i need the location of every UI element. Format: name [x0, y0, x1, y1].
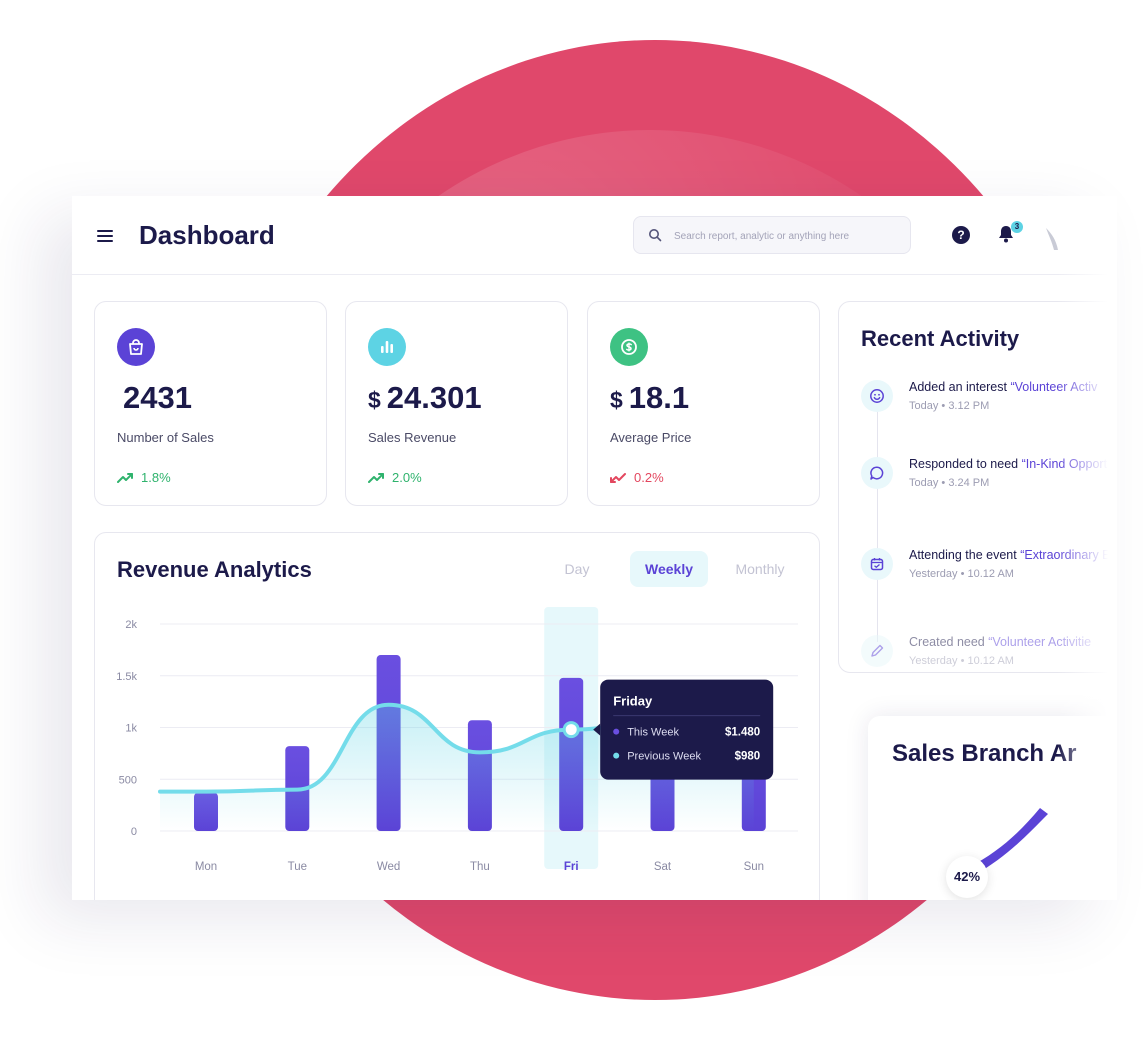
y-tick-label: 1.5k — [116, 671, 137, 683]
search-icon — [649, 229, 662, 242]
sales-branch-gauge — [968, 808, 1048, 876]
trend-down-icon — [610, 473, 626, 483]
activity-text: Responded to need — [909, 457, 1022, 471]
activity-time: Yesterday • 10.12 AM — [909, 568, 1014, 580]
activity-time: Today • 3.12 PM — [909, 400, 990, 412]
hamburger-menu-icon[interactable] — [97, 230, 113, 242]
revenue-title: Revenue Analytics — [117, 557, 312, 582]
tab-day[interactable]: Day — [547, 551, 607, 587]
trend-indicator: 1.8% — [117, 470, 171, 485]
stat-value: $24.301 — [368, 380, 482, 415]
stat-card-average-price[interactable]: $18.1 Average Price 0.2% — [587, 301, 820, 506]
pencil-icon — [861, 635, 893, 667]
tooltip-series-name: Previous Week — [627, 751, 701, 763]
x-tick-label: Mon — [195, 861, 217, 873]
tooltip-legend-dot — [613, 752, 620, 759]
smile-icon — [861, 380, 893, 412]
x-tick-label: Thu — [470, 861, 490, 873]
activity-link[interactable]: “Extraordinary Event” — [1020, 548, 1117, 562]
shopping-bag-icon — [117, 328, 155, 366]
x-tick-label: Wed — [377, 861, 400, 873]
activity-text: Created need — [909, 635, 989, 649]
notification-badge: 3 — [1011, 221, 1023, 233]
sales-branch-card: Sales Branch Ar 42% — [868, 716, 1117, 900]
timeline-line — [877, 392, 878, 642]
activity-text: Added an interest — [909, 380, 1011, 394]
calendar-icon — [861, 548, 893, 580]
stat-card-sales[interactable]: 2431 Number of Sales 1.8% — [94, 301, 327, 506]
activity-time: Today • 3.24 PM — [909, 477, 990, 489]
bar-chart-icon — [368, 328, 406, 366]
tooltip-series-value: $1.480 — [725, 727, 760, 739]
stat-card-revenue[interactable]: $24.301 Sales Revenue 2.0% — [345, 301, 568, 506]
search-input[interactable] — [672, 226, 908, 246]
dashboard-window: Dashboard ? 3 2431 Number of Sales 1.8% … — [72, 196, 1117, 900]
avatar[interactable] — [1044, 226, 1062, 252]
x-tick-label: Sat — [654, 861, 672, 873]
y-tick-label: 0 — [131, 826, 137, 838]
highlight-point — [562, 721, 580, 739]
activity-link[interactable]: “Volunteer Activ — [1010, 380, 1097, 394]
stat-label: Average Price — [610, 430, 692, 445]
trend-indicator: 2.0% — [368, 470, 422, 485]
stat-value: $18.1 — [610, 380, 690, 415]
top-bar: Dashboard ? 3 — [72, 196, 1117, 275]
stat-value: 2431 — [123, 380, 192, 415]
trend-up-icon — [368, 473, 384, 483]
recent-activity-card: Recent Activity Added an interest “Volun… — [838, 301, 1117, 673]
x-tick-label: Fri — [564, 861, 579, 873]
revenue-analytics-card: Revenue Analytics Day Weekly Monthly 0 50… — [94, 532, 820, 900]
activity-title: Recent Activity — [861, 326, 1020, 351]
x-tick-label: Tue — [288, 861, 307, 873]
dollar-coin-icon — [610, 328, 648, 366]
revenue-chart: 0 500 1k 1.5k 2k Mon Tue Wed Thu Fri Sat Sun Friday T… — [116, 607, 798, 873]
percent-badge: 42% — [946, 856, 988, 898]
trend-up-icon — [117, 473, 133, 483]
tooltip-legend-dot — [613, 728, 620, 735]
tooltip-series-name: This Week — [627, 727, 679, 739]
help-icon[interactable]: ? — [952, 226, 970, 244]
activity-text: Attending the event — [909, 548, 1021, 562]
activity-link[interactable]: “In-Kind Opportunity” — [1022, 457, 1117, 471]
stat-label: Sales Revenue — [368, 430, 457, 445]
stat-label: Number of Sales — [117, 430, 214, 445]
y-tick-label: 1k — [125, 723, 137, 735]
tooltip-title: Friday — [613, 694, 653, 709]
chat-bubble-icon — [861, 457, 893, 489]
y-tick-label: 2k — [125, 619, 137, 631]
page-title: Dashboard — [139, 220, 275, 250]
x-tick-label: Sun — [744, 861, 764, 873]
tooltip-series-value: $980 — [735, 751, 761, 763]
search-box[interactable] — [633, 216, 911, 254]
activity-link[interactable]: “Volunteer Activitie — [988, 635, 1091, 649]
trend-indicator: 0.2% — [610, 470, 664, 485]
activity-time: Yesterday • 10.12 AM — [909, 655, 1014, 667]
y-tick-label: 500 — [119, 774, 137, 786]
tab-monthly[interactable]: Monthly — [725, 551, 795, 587]
tab-weekly[interactable]: Weekly — [630, 551, 708, 587]
